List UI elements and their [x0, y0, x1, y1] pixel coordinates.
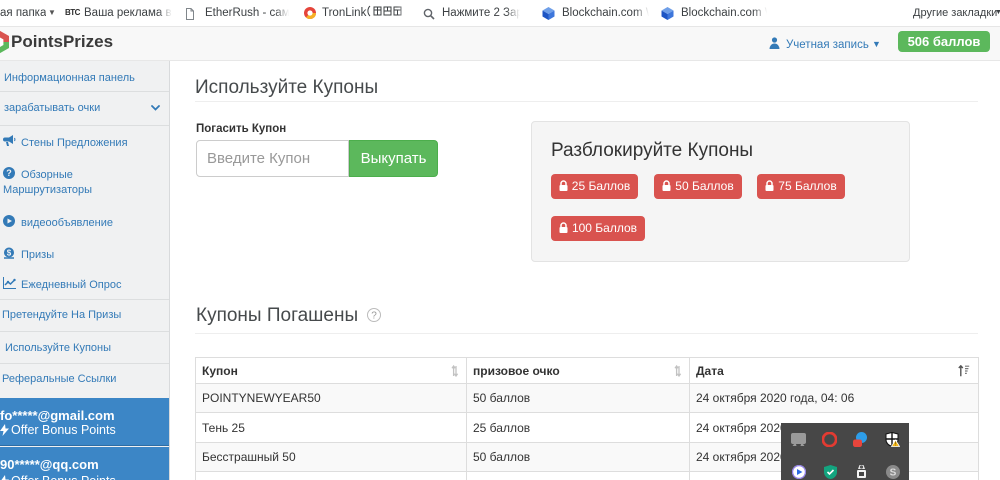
svg-text:?: ?: [372, 311, 378, 322]
svg-text:S: S: [890, 468, 897, 479]
svg-text:?: ?: [6, 168, 12, 178]
svg-text:$: $: [7, 249, 12, 258]
